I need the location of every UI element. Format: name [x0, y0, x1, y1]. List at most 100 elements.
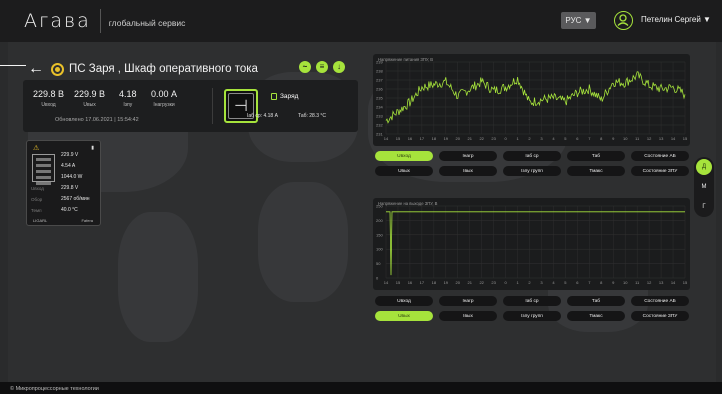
- download-icon[interactable]: ↓: [333, 61, 345, 73]
- param-button[interactable]: Таб: [567, 296, 625, 306]
- logo[interactable]: Агава: [24, 10, 91, 32]
- param-button[interactable]: Iзпу групп: [503, 166, 561, 176]
- chart-title: Напряжение питания ЗПУ, В: [378, 57, 434, 62]
- logo-divider: [99, 9, 101, 33]
- x-tick-label: 5: [564, 280, 567, 285]
- series-line: [386, 211, 685, 276]
- footer: © Микропроцессорные технологии: [0, 382, 722, 394]
- battery-current: Iаб ср: 4.18 А: [247, 113, 278, 119]
- x-tick-label: 21: [467, 136, 472, 141]
- param-button[interactable]: Iаб ср: [503, 296, 561, 306]
- y-tick-label: 100: [376, 247, 383, 252]
- status-ring-icon: [51, 62, 64, 76]
- stat-value: 4.18: [119, 89, 137, 99]
- stat-output-voltage: 229.9 В Uвых: [74, 89, 105, 108]
- param-button[interactable]: Тмакс: [567, 166, 625, 176]
- period-year[interactable]: Г: [696, 199, 712, 215]
- x-tick-label: 3: [540, 136, 543, 141]
- language-select[interactable]: РУС ▼: [561, 12, 596, 29]
- x-tick-label: 13: [659, 136, 664, 141]
- param-button[interactable]: Iнагр: [439, 151, 497, 161]
- param-button[interactable]: Uвых: [375, 166, 433, 176]
- x-tick-label: 8: [600, 280, 603, 285]
- user-avatar-icon[interactable]: [614, 11, 633, 30]
- x-tick-label: 4: [552, 136, 555, 141]
- x-tick-label: 9: [612, 280, 615, 285]
- chart-title: Напряжение на выходе ЗПУ, В: [378, 201, 438, 206]
- x-tick-label: 14: [384, 280, 389, 285]
- param-button[interactable]: Iаб ср: [503, 151, 561, 161]
- x-tick-label: 16: [408, 136, 413, 141]
- device-card[interactable]: ⚠ ▮ 229.9 V 4.54 A 1044.0 W Uвход 229.8 …: [26, 140, 101, 226]
- x-tick-label: 7: [588, 280, 591, 285]
- period-switch: Д М Г: [694, 157, 714, 217]
- x-tick-label: 2: [528, 280, 531, 285]
- back-arrow-icon[interactable]: ←: [28, 60, 44, 78]
- y-tick-label: 238: [376, 69, 383, 74]
- y-tick-label: 233: [376, 114, 383, 119]
- service-name: глобальный сервис: [108, 18, 186, 28]
- page-title: ПС Заря , Шкаф оперативного тока: [69, 63, 258, 75]
- input-voltage-plot: 23123223323423523623723823914 15 16 17 18 19 2…: [376, 60, 688, 142]
- x-tick-label: 3: [540, 280, 543, 285]
- x-tick-label: 18: [432, 280, 437, 285]
- param-button[interactable]: Состояние АБ: [631, 296, 689, 306]
- x-tick-label: 15: [683, 136, 688, 141]
- param-button[interactable]: Uвход: [375, 151, 433, 161]
- x-tick-label: 12: [647, 136, 652, 141]
- param-button[interactable]: Тмакс: [567, 311, 625, 321]
- title-actions: ~ ≡ ↓: [299, 61, 345, 73]
- x-tick-label: 11: [635, 280, 640, 285]
- device-vendor: Fafera: [81, 218, 93, 223]
- x-tick-label: 14: [384, 136, 389, 141]
- param-button[interactable]: Iвых: [439, 166, 497, 176]
- device-image: [32, 154, 55, 185]
- x-tick-label: 23: [491, 136, 496, 141]
- device-value: 229.8 V: [61, 185, 79, 191]
- chart-input-voltage: Напряжение питания ЗПУ, В 231 232 233 234 23…: [373, 54, 690, 146]
- y-tick-label: 200: [376, 218, 383, 223]
- period-month[interactable]: М: [696, 179, 712, 195]
- period-day[interactable]: Д: [696, 159, 712, 175]
- y-tick-label: 236: [376, 87, 383, 92]
- param-button[interactable]: Iзпу групп: [503, 311, 561, 321]
- x-tick-label: 8: [600, 136, 603, 141]
- chart1-parameter-buttons: Uвход Iнагр Iаб ср Таб Состояние АБ Uвых Iвых I…: [375, 151, 689, 176]
- device-model: LIGARL: [33, 218, 48, 223]
- stat-value: 229.8 В: [33, 89, 65, 99]
- device-label: Uвход: [31, 186, 44, 191]
- x-tick-label: 5: [564, 136, 567, 141]
- x-tick-label: 18: [432, 136, 437, 141]
- device-value: 40.0 °С: [61, 207, 78, 213]
- param-button[interactable]: Uвых: [375, 311, 433, 321]
- x-tick-label: 9: [612, 136, 615, 141]
- param-button[interactable]: Состояние ЗПУ: [631, 311, 689, 321]
- param-button[interactable]: Состояние АБ: [631, 151, 689, 161]
- list-icon[interactable]: ≡: [316, 61, 328, 73]
- updated-timestamp: Обновлено 17.06.2021 | 15:54:42: [55, 117, 139, 123]
- device-value: 4.54 A: [61, 163, 76, 169]
- stat-value: 0.00 А: [151, 89, 178, 99]
- user-menu[interactable]: Петелин Сергей ▼: [641, 15, 711, 24]
- x-tick-label: 17: [420, 136, 425, 141]
- stat-load-current: 0.00 А Iнагрузки: [151, 89, 177, 108]
- x-tick-label: 2: [528, 136, 531, 141]
- charge-status: Заряд: [271, 93, 298, 100]
- object-header: ← ПС Заря , Шкаф оперативного тока: [28, 58, 258, 80]
- x-tick-label: 0: [504, 136, 507, 141]
- x-tick-label: 20: [456, 280, 461, 285]
- param-button[interactable]: Uвход: [375, 296, 433, 306]
- battery-temperature: Таб: 28.3 °С: [298, 113, 326, 119]
- chart-output-voltage: Напряжение на выходе ЗПУ, В 0 50 100 150 200…: [373, 198, 690, 290]
- param-button[interactable]: Состояние ЗПУ: [631, 166, 689, 176]
- wave-icon[interactable]: ~: [299, 61, 311, 73]
- device-label: Обор: [31, 197, 43, 202]
- device-label: Темп: [31, 208, 42, 213]
- x-tick-label: 10: [623, 280, 628, 285]
- x-tick-label: 10: [623, 136, 628, 141]
- param-button[interactable]: Таб: [567, 151, 625, 161]
- param-button[interactable]: Iвых: [439, 311, 497, 321]
- param-button[interactable]: Iнагр: [439, 296, 497, 306]
- top-bar: Агава глобальный сервис РУС ▼ Петелин Се…: [0, 0, 722, 42]
- x-tick-label: 14: [671, 136, 676, 141]
